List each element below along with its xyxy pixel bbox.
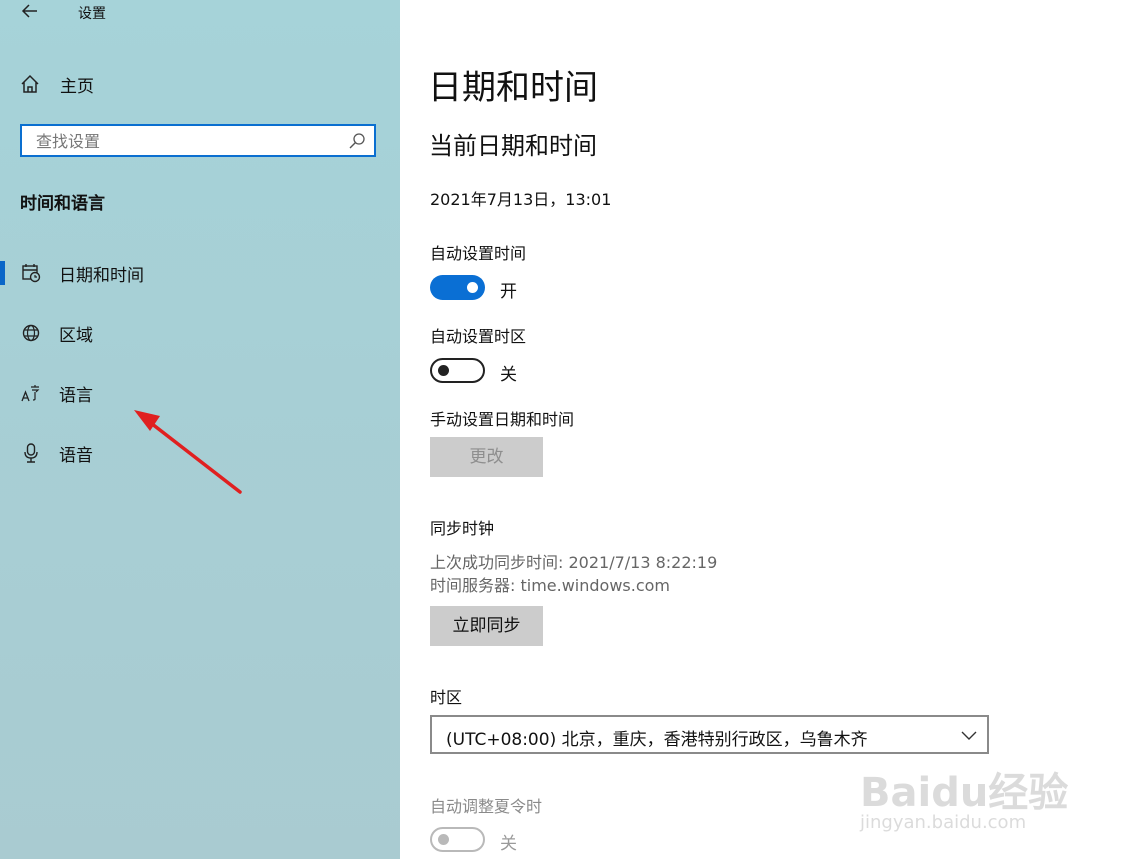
sidebar-item-label: 日期和时间: [59, 266, 144, 286]
last-sync-text: 上次成功同步时间: 2021/7/13 8:22:19: [430, 553, 718, 572]
home-icon: [21, 74, 39, 93]
toggle-knob: [438, 834, 449, 845]
back-button[interactable]: [18, 2, 42, 24]
calendar-clock-icon: [22, 264, 41, 283]
main-content: 日期和时间 当前日期和时间 2021年7月13日，13:01 自动设置时间 开 …: [400, 0, 1123, 859]
baidu-watermark: Baidu经验 jingyan.baidu.com: [860, 760, 1070, 840]
sidebar-item-label: 语音: [59, 446, 93, 466]
sidebar-item-label: 语言: [59, 386, 93, 406]
auto-timezone-toggle[interactable]: [430, 358, 485, 383]
sidebar-item-language[interactable]: 语言: [0, 373, 400, 413]
section-heading-current: 当前日期和时间: [429, 132, 597, 160]
chevron-down-icon: [961, 731, 977, 740]
sync-clock-label: 同步时钟: [430, 519, 495, 538]
time-server-text: 时间服务器: time.windows.com: [430, 576, 671, 595]
timezone-label: 时区: [430, 688, 463, 707]
auto-timezone-label: 自动设置时区: [430, 327, 527, 346]
timezone-dropdown[interactable]: (UTC+08:00) 北京，重庆，香港特别行政区，乌鲁木齐: [430, 715, 989, 754]
language-icon: [21, 385, 40, 402]
auto-time-state: 开: [500, 282, 517, 302]
sync-now-button[interactable]: 立即同步: [430, 606, 543, 646]
back-arrow-icon: [21, 4, 37, 18]
globe-icon: [22, 324, 40, 342]
dst-label: 自动调整夏令时: [430, 797, 543, 816]
dst-toggle[interactable]: [430, 827, 485, 852]
search-input[interactable]: [36, 130, 336, 152]
auto-time-toggle[interactable]: [430, 275, 485, 300]
title-bar: 设置: [0, 0, 400, 28]
section-title: 时间和语言: [20, 194, 105, 214]
sidebar-item-label: 区域: [59, 326, 93, 346]
selected-indicator: [0, 261, 5, 285]
manual-datetime-label: 手动设置日期和时间: [430, 410, 575, 429]
toggle-knob: [438, 365, 449, 376]
auto-timezone-state: 关: [500, 365, 517, 385]
home-label: 主页: [60, 76, 94, 97]
auto-time-label: 自动设置时间: [430, 244, 527, 263]
sidebar-item-region[interactable]: 区域: [0, 313, 400, 353]
toggle-knob: [467, 282, 478, 293]
current-datetime: 2021年7月13日，13:01: [430, 190, 612, 209]
search-box[interactable]: [20, 124, 376, 157]
sidebar-item-home[interactable]: 主页: [20, 70, 94, 98]
watermark-brand: Baidu经验: [860, 770, 1069, 816]
dst-state: 关: [500, 834, 517, 854]
watermark-url: jingyan.baidu.com: [860, 812, 1027, 833]
timezone-value: (UTC+08:00) 北京，重庆，香港特别行政区，乌鲁木齐: [446, 730, 868, 750]
app-title: 设置: [78, 6, 106, 22]
sidebar-item-speech[interactable]: 语音: [0, 433, 400, 473]
page-title: 日期和时间: [428, 68, 598, 108]
sidebar: 设置 主页 时间和语言 日期和时间 区域: [0, 0, 400, 859]
sidebar-item-date-time[interactable]: 日期和时间: [0, 253, 400, 293]
search-icon[interactable]: [348, 132, 366, 150]
microphone-icon: [24, 443, 38, 463]
change-button[interactable]: 更改: [430, 437, 543, 477]
